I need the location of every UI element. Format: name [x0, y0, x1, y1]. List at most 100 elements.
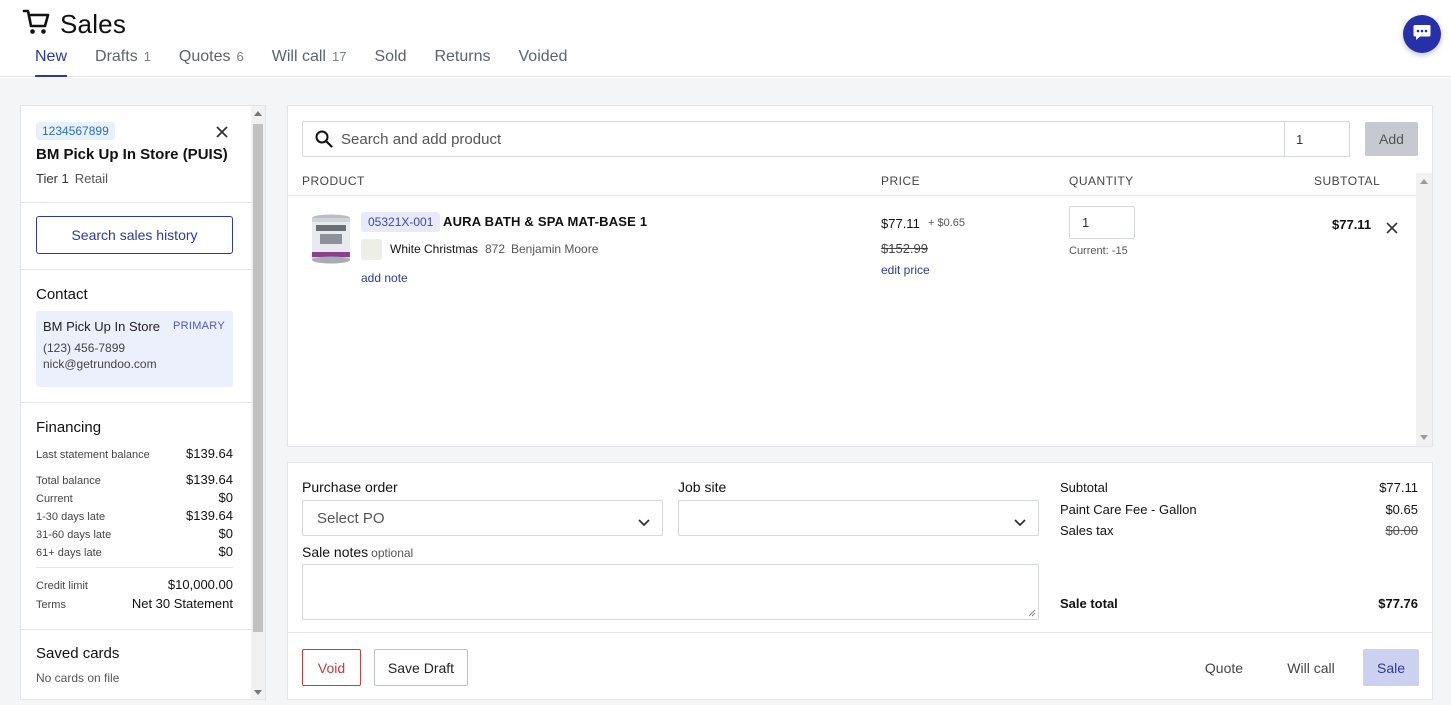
chat-bubble-icon [1412, 22, 1432, 47]
fin-value: $139.64 [186, 446, 233, 461]
summary-label: Paint Care Fee - Gallon [1060, 502, 1197, 517]
scrollbar-thumb[interactable] [253, 124, 263, 632]
customer-tier: Tier 1 Retail [36, 171, 108, 186]
purchase-order-select[interactable]: Select PO [302, 500, 663, 536]
fin-row: Last statement balance $139.64 [36, 446, 233, 461]
original-price: $152.99 [881, 241, 928, 256]
product-name: AURA BATH & SPA MAT-BASE 1 [443, 214, 648, 229]
add-quantity-input[interactable]: 1 [1284, 121, 1350, 157]
tab-label: Voided [518, 48, 568, 65]
chevron-down-icon [638, 514, 650, 531]
financing-title: Financing [36, 419, 102, 436]
fin-row: Current $0 [36, 490, 233, 505]
sale-notes-label-text: Sale notes [302, 544, 369, 560]
quote-button[interactable]: Quote [1192, 649, 1256, 686]
divider [36, 567, 233, 568]
chevron-down-icon [1014, 514, 1026, 531]
remove-line-button[interactable] [1386, 218, 1398, 238]
column-header-subtotal: SUBTOTAL [1314, 174, 1381, 188]
page-title-text: Sales [60, 9, 127, 39]
terms-row: Terms Net 30 Statement [36, 596, 233, 611]
order-panel: Purchase order Select PO Job site Sale n… [287, 462, 1433, 700]
fin-value: $139.64 [186, 472, 233, 487]
summary-value: $0.00 [1385, 523, 1418, 538]
contact-name: BM Pick Up In Store [43, 319, 161, 334]
fin-value: $139.64 [186, 508, 233, 523]
tab-label: Returns [434, 48, 491, 65]
color-swatch [361, 239, 382, 260]
remove-customer-button[interactable] [216, 122, 228, 142]
search-sales-history-button[interactable]: Search sales history [36, 216, 233, 254]
color-code: 872 [485, 242, 506, 256]
product-panel: 1 Add PRODUCT PRICE QUANTITY SUBTOTAL 05… [287, 105, 1433, 447]
fin-label: Last statement balance [36, 449, 150, 461]
save-draft-button[interactable]: Save Draft [374, 649, 468, 686]
product-search [302, 121, 1285, 157]
resize-handle-icon [1028, 609, 1036, 617]
tier-type: Retail [74, 171, 108, 186]
will-call-button[interactable]: Will call [1276, 649, 1346, 686]
tab-quotes[interactable]: Quotes 6 [179, 46, 244, 77]
job-site-select[interactable] [678, 500, 1039, 536]
scroll-up-icon [254, 111, 262, 116]
color-brand: Benjamin Moore [511, 242, 599, 256]
sale-button[interactable]: Sale [1363, 649, 1419, 686]
summary-label: Subtotal [1060, 480, 1108, 495]
customer-panel: 1234567899 BM Pick Up In Store (PUIS) Ti… [20, 105, 266, 700]
no-cards-text: No cards on file [36, 671, 120, 685]
fin-row: 1-30 days late $139.64 [36, 508, 233, 523]
customer-header: 1234567899 BM Pick Up In Store (PUIS) Ti… [21, 106, 252, 203]
tab-will-call[interactable]: Will call 17 [272, 46, 347, 77]
credit-limit-value: $10,000.00 [167, 577, 233, 592]
line-fee: + $0.65 [928, 217, 966, 229]
tab-voided[interactable]: Voided [519, 46, 568, 77]
scroll-up-icon [1420, 179, 1428, 184]
summary-value: $77.11 [1379, 480, 1418, 495]
void-button[interactable]: Void [302, 649, 361, 686]
customer-panel-scrollbar[interactable] [251, 106, 265, 699]
close-icon [1386, 222, 1398, 234]
add-product-button[interactable]: Add [1365, 122, 1418, 156]
sale-total-value: $77.76 [1378, 596, 1418, 611]
tab-drafts[interactable]: Drafts 1 [95, 46, 151, 77]
line-items-scrollbar[interactable] [1416, 173, 1432, 446]
edit-price-link[interactable]: edit price [881, 263, 930, 277]
sales-tabs: New Drafts 1 Quotes 6 Will call 17 Sold Ret… [35, 46, 567, 77]
fin-label: 31-60 days late [36, 529, 112, 541]
summary-fee-row: Paint Care Fee - Gallon $0.65 [1060, 502, 1418, 517]
tab-label: Sold [374, 48, 407, 65]
terms-value: Net 30 Statement [131, 596, 233, 611]
tab-sold[interactable]: Sold [374, 46, 406, 77]
color-name: White Christmas [390, 242, 479, 256]
column-header-price: PRICE [881, 174, 921, 188]
close-icon [216, 126, 228, 138]
tab-label: Will call [271, 48, 326, 65]
add-note-link[interactable]: add note [361, 271, 408, 285]
summary-value: $0.65 [1385, 502, 1418, 517]
line-quantity-input[interactable]: 1 [1069, 206, 1135, 239]
tab-count: 6 [236, 49, 244, 64]
fin-label: Terms [36, 599, 66, 611]
contact-email: nick@getrundoo.com [43, 357, 157, 371]
summary-label: Sale total [1060, 596, 1118, 611]
tab-new[interactable]: New [35, 46, 68, 77]
summary-label: Sales tax [1060, 523, 1114, 538]
sale-notes-textarea[interactable] [302, 564, 1039, 620]
tab-returns[interactable]: Returns [434, 46, 490, 77]
product-sku-badge[interactable]: 05321X-001 [361, 212, 441, 232]
purchase-order-value: Select PO [317, 510, 385, 527]
chat-button[interactable] [1403, 15, 1441, 53]
tab-count: 17 [331, 49, 347, 64]
app-header: Sales New Drafts 1 Quotes 6 Will call 17 So… [0, 0, 1451, 77]
line-subtotal: $77.11 [1332, 217, 1372, 232]
fin-label: 1-30 days late [36, 511, 106, 523]
product-search-input[interactable] [341, 130, 1271, 148]
fin-label: 61+ days late [36, 547, 102, 559]
current-stock: Current: -15 [1069, 245, 1128, 257]
tab-label: Drafts [95, 48, 138, 65]
column-header-product: PRODUCT [302, 174, 365, 188]
fin-row: 61+ days late $0 [36, 544, 233, 559]
contact-card[interactable]: BM Pick Up In Store PRIMARY (123) 456-78… [36, 311, 233, 387]
optional-hint: optional [371, 546, 414, 560]
fin-value: $0 [218, 526, 233, 541]
